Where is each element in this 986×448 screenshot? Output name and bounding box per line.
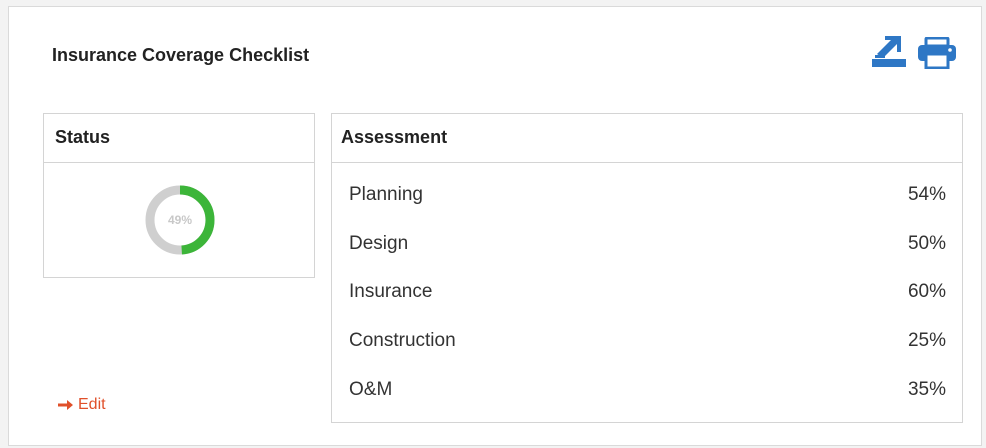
print-icon[interactable] bbox=[917, 36, 957, 70]
row-value: 25% bbox=[907, 330, 946, 352]
row-label: Insurance bbox=[349, 281, 433, 303]
status-heading: Status bbox=[44, 114, 314, 163]
row-value: 60% bbox=[907, 281, 946, 303]
assessment-row-planning: Planning 54% bbox=[332, 171, 962, 220]
row-label: Construction bbox=[349, 330, 456, 352]
checklist-card: Insurance Coverage Checklist Status 49% … bbox=[8, 6, 982, 446]
row-value: 35% bbox=[907, 378, 946, 400]
row-label: Planning bbox=[349, 184, 423, 206]
arrow-right-icon bbox=[58, 400, 73, 410]
assessment-list: Planning 54% Design 50% Insurance 60% Co… bbox=[332, 163, 962, 414]
status-donut: 49% bbox=[145, 185, 215, 255]
row-value: 50% bbox=[907, 232, 946, 254]
status-panel: Status 49% bbox=[43, 113, 315, 278]
row-value: 54% bbox=[907, 184, 946, 206]
row-label: O&M bbox=[349, 378, 393, 400]
edit-label: Edit bbox=[78, 396, 106, 413]
assessment-row-construction: Construction 25% bbox=[332, 317, 962, 366]
assessment-row-insurance: Insurance 60% bbox=[332, 268, 962, 317]
assessment-heading: Assessment bbox=[332, 114, 962, 163]
row-label: Design bbox=[349, 232, 409, 254]
donut-percent: 49% bbox=[168, 213, 192, 227]
export-icon[interactable] bbox=[871, 34, 907, 68]
assessment-panel: Assessment Planning 54% Design 50% Insur… bbox=[331, 113, 963, 423]
card-title: Insurance Coverage Checklist bbox=[52, 45, 310, 65]
assessment-row-om: O&M 35% bbox=[332, 365, 962, 414]
edit-link[interactable]: Edit bbox=[58, 396, 106, 414]
assessment-row-design: Design 50% bbox=[332, 220, 962, 269]
